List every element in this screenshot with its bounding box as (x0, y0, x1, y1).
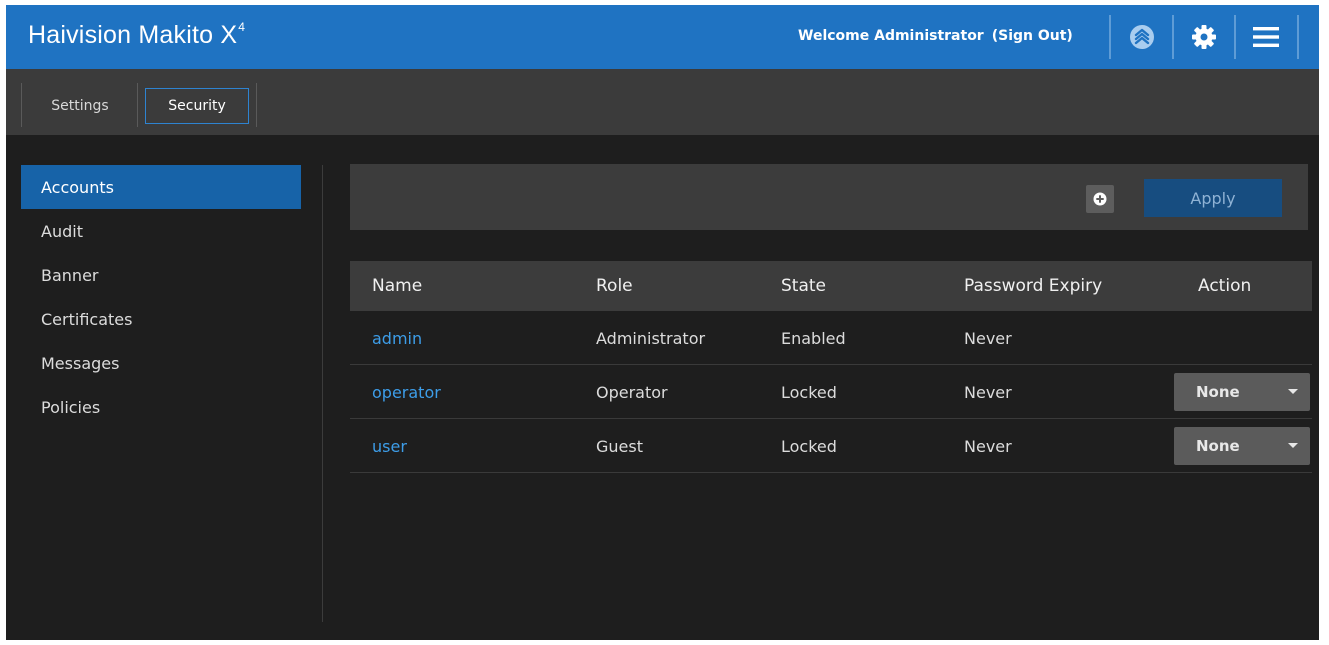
action-dropdown-value: None (1196, 383, 1240, 401)
header-divider (1172, 15, 1174, 59)
account-role: Administrator (596, 328, 706, 348)
tab-divider (256, 83, 257, 127)
column-header-action: Action (1198, 276, 1252, 296)
sidebar-item-label: Audit (41, 221, 83, 241)
tab-divider (21, 83, 22, 127)
header-divider (1109, 15, 1111, 59)
account-password-expiry: Never (964, 328, 1012, 348)
account-name-link[interactable]: admin (372, 311, 422, 365)
sidebar-item-accounts[interactable]: Accounts (21, 165, 301, 209)
header-divider (1297, 15, 1299, 59)
table-header: Name Role State Password Expiry Action (350, 261, 1312, 311)
account-state: Locked (781, 436, 837, 456)
sidebar-item-label: Banner (41, 265, 99, 285)
account-role: Operator (596, 382, 668, 402)
account-role: Guest (596, 436, 643, 456)
sidebar-item-banner[interactable]: Banner (21, 253, 301, 297)
account-state: Locked (781, 382, 837, 402)
table-row: operator Operator Locked Never None (350, 365, 1312, 419)
security-sidebar: Accounts Audit Banner Certificates Messa… (21, 165, 301, 429)
sidebar-item-label: Accounts (41, 177, 114, 197)
plus-circle-icon (1093, 192, 1107, 206)
table-row: user Guest Locked Never None (350, 419, 1312, 473)
menu-icon[interactable] (1251, 22, 1281, 52)
welcome-area: Welcome Administrator (Sign Out) (798, 28, 1073, 44)
table-row: admin Administrator Enabled Never (350, 311, 1312, 365)
header-divider (1234, 15, 1236, 59)
column-header-name[interactable]: Name (372, 261, 422, 311)
sidebar-item-label: Certificates (41, 309, 133, 329)
gear-icon[interactable] (1189, 22, 1219, 52)
sidebar-item-policies[interactable]: Policies (21, 385, 301, 429)
action-dropdown-value: None (1196, 437, 1240, 455)
action-dropdown[interactable]: None (1174, 427, 1310, 465)
tab-divider (137, 83, 138, 127)
column-header-state[interactable]: State (781, 261, 826, 311)
tab-bar: Settings Security (6, 69, 1319, 135)
accounts-toolbar: Apply (350, 164, 1308, 230)
status-icon[interactable] (1127, 22, 1157, 52)
column-header-role[interactable]: Role (596, 261, 633, 311)
accounts-table: Name Role State Password Expiry Action a… (350, 261, 1312, 473)
column-header-password-expiry[interactable]: Password Expiry (964, 261, 1102, 311)
sidebar-item-audit[interactable]: Audit (21, 209, 301, 253)
app-frame: Haivision Makito X4 Welcome Administrato… (6, 5, 1319, 640)
action-dropdown[interactable]: None (1174, 373, 1310, 411)
account-password-expiry: Never (964, 382, 1012, 402)
account-name-link[interactable]: operator (372, 365, 441, 419)
caret-down-icon (1288, 443, 1298, 448)
tab-label: Settings (51, 98, 109, 114)
tab-label: Security (168, 98, 226, 114)
account-name-link[interactable]: user (372, 419, 407, 473)
brand-logo: Haivision Makito X4 (28, 20, 246, 49)
welcome-text: Welcome Administrator (798, 28, 984, 44)
tab-security[interactable]: Security (145, 88, 249, 124)
account-state: Enabled (781, 328, 846, 348)
account-password-expiry: Never (964, 436, 1012, 456)
sidebar-item-label: Policies (41, 397, 101, 417)
top-header: Haivision Makito X4 Welcome Administrato… (6, 5, 1319, 69)
sidebar-divider (322, 165, 323, 622)
apply-button[interactable]: Apply (1144, 179, 1282, 217)
sign-out-link[interactable]: (Sign Out) (992, 28, 1073, 44)
tab-settings[interactable]: Settings (30, 88, 130, 124)
sidebar-item-messages[interactable]: Messages (21, 341, 301, 385)
sidebar-item-certificates[interactable]: Certificates (21, 297, 301, 341)
sidebar-item-label: Messages (41, 353, 120, 373)
caret-down-icon (1288, 389, 1298, 394)
add-account-button[interactable] (1086, 185, 1114, 213)
